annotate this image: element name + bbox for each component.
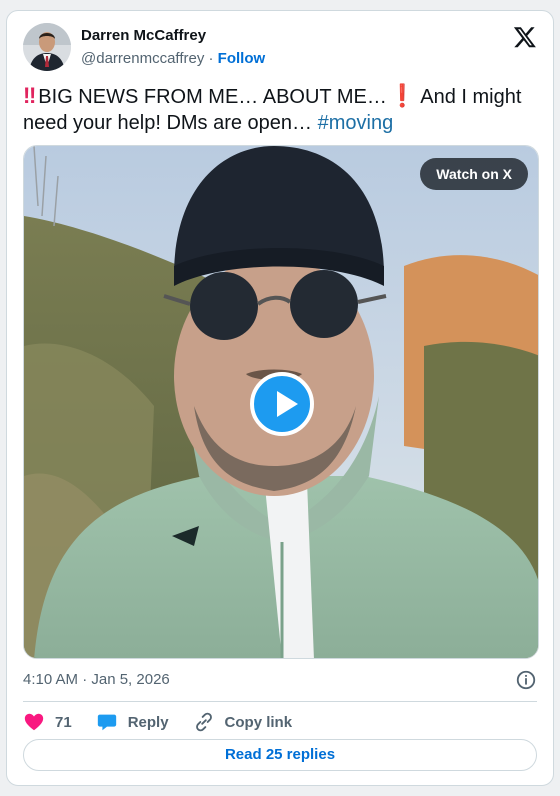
reply-label: Reply (127, 713, 169, 731)
author-name[interactable]: Darren McCaffrey (81, 27, 206, 44)
like-button[interactable]: 71 (23, 711, 72, 733)
double-exclamation-emoji: ‼ (23, 83, 36, 108)
author-handle[interactable]: @darrenmccaffrey (81, 50, 204, 67)
author-handle-row: @darrenmccaffrey · Follow (81, 50, 265, 67)
reply-bubble-icon (97, 714, 116, 731)
play-icon (277, 391, 298, 417)
like-count: 71 (55, 713, 72, 731)
avatar[interactable] (23, 23, 71, 71)
divider (23, 701, 537, 702)
handle-separator: · (204, 50, 218, 67)
read-replies-button[interactable]: Read 25 replies (23, 739, 537, 771)
copy-link-label: Copy link (224, 713, 293, 731)
watch-on-x-button[interactable]: Watch on X (420, 158, 528, 190)
x-logo-icon[interactable] (513, 25, 537, 49)
tweet-card: Darren McCaffrey @darrenmccaffrey · Foll… (6, 10, 554, 786)
avatar-image (23, 23, 71, 71)
heart-icon (24, 713, 44, 731)
action-bar: 71 Reply Copy link (23, 709, 316, 735)
tweet-text: ‼ BIG NEWS FROM ME… ABOUT ME…❗ And I might… (23, 83, 543, 136)
reply-button[interactable]: Reply (96, 711, 169, 733)
follow-button[interactable]: Follow (218, 50, 266, 67)
hashtag-link[interactable]: #moving (318, 112, 394, 134)
info-icon[interactable] (515, 669, 537, 691)
link-icon (195, 712, 212, 732)
video-media[interactable]: Watch on X (23, 145, 539, 659)
copy-link-button[interactable]: Copy link (193, 711, 293, 733)
play-button[interactable] (250, 372, 314, 436)
tweet-text-part1: BIG NEWS FROM ME… ABOUT ME… (38, 86, 387, 108)
tweet-timestamp[interactable]: 4:10 AM · Jan 5, 2026 (23, 671, 170, 688)
exclamation-emoji: ❗ (388, 83, 417, 108)
